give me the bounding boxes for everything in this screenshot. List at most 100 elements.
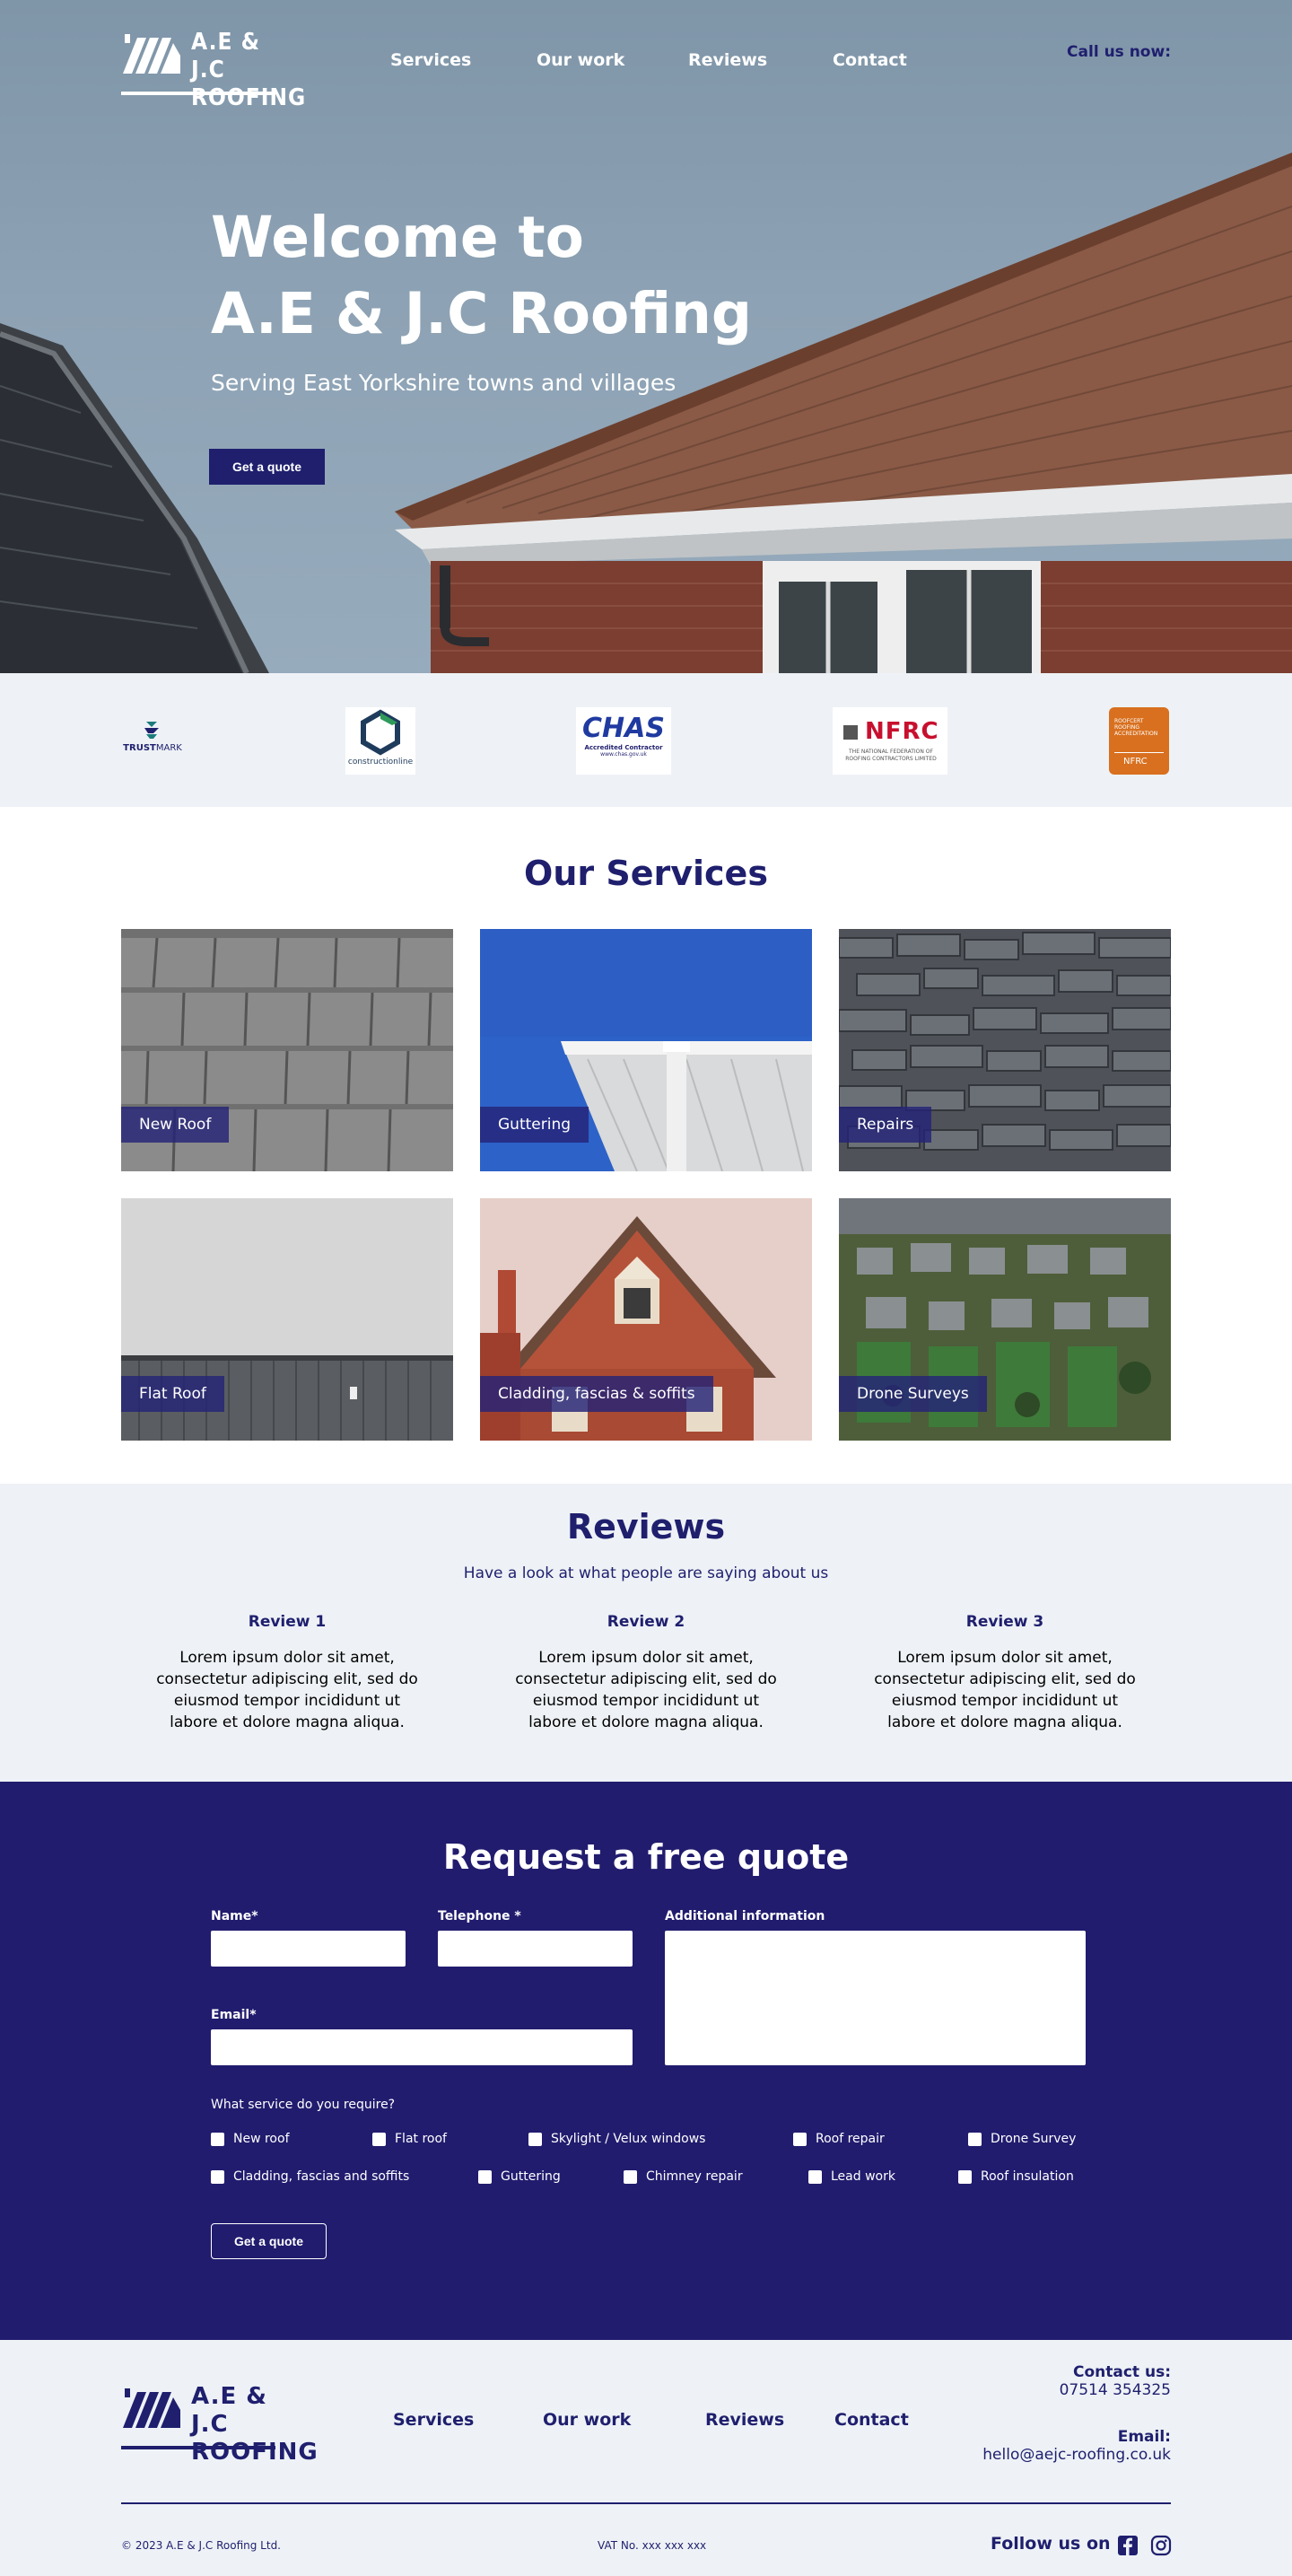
email-label-footer: Email: xyxy=(1117,2428,1171,2446)
nav-services[interactable]: Services xyxy=(390,50,471,70)
nfrc-crest-icon xyxy=(843,725,858,740)
service-card-repairs[interactable]: Repairs xyxy=(839,929,1171,1171)
logo-line-1: A.E & J.C xyxy=(191,29,260,83)
constructionline-logo: constructionline xyxy=(345,707,415,775)
review-text-3: Lorem ipsum dolor sit amet, consectetur … xyxy=(874,1649,1136,1731)
hero-get-quote-button[interactable]: Get a quote xyxy=(209,449,325,485)
checkbox-box[interactable] xyxy=(211,2169,224,2184)
roofcert-divider xyxy=(1114,752,1164,753)
footer-logo[interactable]: A.E & J.C ROOFING xyxy=(121,2381,318,2466)
service-card-drone-surveys[interactable]: Drone Surveys xyxy=(839,1198,1171,1441)
footer-nav-services[interactable]: Services xyxy=(393,2410,474,2430)
accreditations-strip: TRUSTMARK constructionline CHAS Accredit… xyxy=(0,673,1292,807)
hero-title-line-2: A.E & J.C Roofing xyxy=(211,281,752,346)
footer-logo-line-1: A.E & J.C xyxy=(191,2383,267,2438)
additional-info-label: Additional information xyxy=(665,1909,825,1923)
reviews-subtitle: Have a look at what people are saying ab… xyxy=(463,1564,829,1582)
footer-nav-reviews[interactable]: Reviews xyxy=(705,2410,784,2430)
service-card-guttering[interactable]: Guttering xyxy=(480,929,812,1171)
checkbox-label: New roof xyxy=(233,2132,290,2146)
company-logo[interactable]: A.E & J.C ROOFING xyxy=(121,27,305,111)
checkbox-cladding[interactable]: Cladding, fascias and soffits xyxy=(211,2169,409,2184)
service-label-new-roof: New Roof xyxy=(121,1107,230,1143)
checkbox-box[interactable] xyxy=(372,2132,386,2146)
name-input[interactable] xyxy=(211,1931,406,1967)
hero-title-line-1: Welcome to xyxy=(211,205,584,270)
checkbox-roof-insulation[interactable]: Roof insulation xyxy=(958,2169,1074,2184)
checkbox-box[interactable] xyxy=(528,2132,542,2146)
facebook-icon[interactable] xyxy=(1117,2535,1139,2556)
footer-nav-contact[interactable]: Contact xyxy=(834,2410,909,2430)
call-us-label[interactable]: Call us now: xyxy=(1067,43,1171,61)
nav-contact[interactable]: Contact xyxy=(833,50,907,70)
checkbox-box[interactable] xyxy=(793,2132,807,2146)
footer-logo-line-2: ROOFING xyxy=(191,2439,319,2466)
nav-our-work[interactable]: Our work xyxy=(537,50,624,70)
checkbox-skylight[interactable]: Skylight / Velux windows xyxy=(528,2132,705,2146)
service-card-new-roof[interactable]: New Roof xyxy=(121,929,453,1171)
checkbox-box[interactable] xyxy=(958,2169,972,2184)
service-card-flat-roof[interactable]: Flat Roof xyxy=(121,1198,453,1441)
footer-nav-our-work[interactable]: Our work xyxy=(543,2410,631,2430)
nfrc-sub-2: ROOFING CONTRACTORS LIMITED xyxy=(845,756,937,762)
checkbox-box[interactable] xyxy=(478,2169,492,2184)
checkbox-box[interactable] xyxy=(624,2169,637,2184)
checkbox-roof-repair[interactable]: Roof repair xyxy=(793,2132,885,2146)
instagram-icon[interactable] xyxy=(1150,2535,1172,2556)
service-card-cladding[interactable]: Cladding, fascias & soffits xyxy=(480,1198,812,1441)
contact-label: Contact us: xyxy=(1073,2363,1171,2381)
service-label-repairs: Repairs xyxy=(839,1107,932,1143)
house-logo-icon xyxy=(123,34,180,74)
checkbox-flat-roof[interactable]: Flat roof xyxy=(372,2132,447,2146)
checkbox-new-roof[interactable]: New roof xyxy=(211,2132,290,2146)
checkbox-label: Lead work xyxy=(831,2169,895,2184)
logo-line-2: ROOFING xyxy=(191,84,307,111)
trustmark-text-a: TRUST xyxy=(123,743,156,753)
roofcert-line-3: ACCREDITATION xyxy=(1114,731,1158,737)
checkbox-box[interactable] xyxy=(808,2169,822,2184)
checkbox-box[interactable] xyxy=(211,2132,224,2146)
services-section: Our Services New Roof Guttering Repairs … xyxy=(0,807,1292,1484)
quote-form-section: Request a free quote Name* Telephone * A… xyxy=(0,1782,1292,2340)
hero-title: Welcome to A.E & J.C Roofing xyxy=(211,199,752,352)
contact-email[interactable]: hello@aejc-roofing.co.uk xyxy=(982,2446,1171,2464)
roofcert-logo: ROOFCERT ROOFING ACCREDITATION NFRC xyxy=(1109,707,1169,775)
trustmark-text-b: MARK xyxy=(155,743,182,753)
review-text-2: Lorem ipsum dolor sit amet, consectetur … xyxy=(515,1649,777,1731)
roofcert-line-1: ROOFCERT xyxy=(1114,718,1144,724)
chas-text: CHAS xyxy=(582,713,665,744)
quote-form-title: Request a free quote xyxy=(442,1837,850,1877)
nav-reviews[interactable]: Reviews xyxy=(688,50,767,70)
checkbox-label: Guttering xyxy=(501,2169,561,2184)
contact-phone[interactable]: 07514 354325 xyxy=(1060,2381,1171,2399)
reviews-title: Reviews xyxy=(566,1507,726,1546)
email-label: Email* xyxy=(211,2008,257,2022)
checkbox-drone-survey[interactable]: Drone Survey xyxy=(968,2132,1076,2146)
checkbox-label: Roof insulation xyxy=(981,2169,1074,2184)
checkbox-label: Skylight / Velux windows xyxy=(551,2132,706,2146)
house-logo-icon xyxy=(123,2388,180,2428)
checkbox-guttering[interactable]: Guttering xyxy=(478,2169,561,2184)
nfrc-logo: NFRC THE NATIONAL FEDERATION OF ROOFING … xyxy=(833,707,947,775)
service-label-cladding: Cladding, fascias & soffits xyxy=(480,1376,713,1412)
checkbox-box[interactable] xyxy=(968,2132,982,2146)
telephone-input[interactable] xyxy=(438,1931,633,1967)
additional-info-textarea[interactable] xyxy=(665,1931,1086,2065)
form-get-quote-button[interactable]: Get a quote xyxy=(211,2223,327,2259)
roofcert-line-2: ROOFING xyxy=(1114,724,1139,731)
name-label: Name* xyxy=(211,1909,258,1923)
chas-accredited: Accredited Contractor xyxy=(584,744,663,751)
trustmark-logo: TRUSTMARK xyxy=(121,720,184,761)
services-title: Our Services xyxy=(524,854,768,893)
reviews-section: Reviews Have a look at what people are s… xyxy=(0,1484,1292,1782)
review-card-1: Review 1 Lorem ipsum dolor sit amet, con… xyxy=(153,1613,422,1733)
nfrc-text: NFRC xyxy=(865,718,939,745)
checkbox-lead-work[interactable]: Lead work xyxy=(808,2169,895,2184)
email-input[interactable] xyxy=(211,2029,633,2065)
checkbox-chimney-repair[interactable]: Chimney repair xyxy=(624,2169,743,2184)
constructionline-text: constructionline xyxy=(347,758,414,767)
service-label-flat-roof: Flat Roof xyxy=(121,1376,224,1412)
hero-subtitle: Serving East Yorkshire towns and village… xyxy=(211,370,677,396)
review-title-2: Review 2 xyxy=(607,1613,685,1631)
footer-email-block: Email: hello@aejc-roofing.co.uk xyxy=(982,2428,1171,2464)
